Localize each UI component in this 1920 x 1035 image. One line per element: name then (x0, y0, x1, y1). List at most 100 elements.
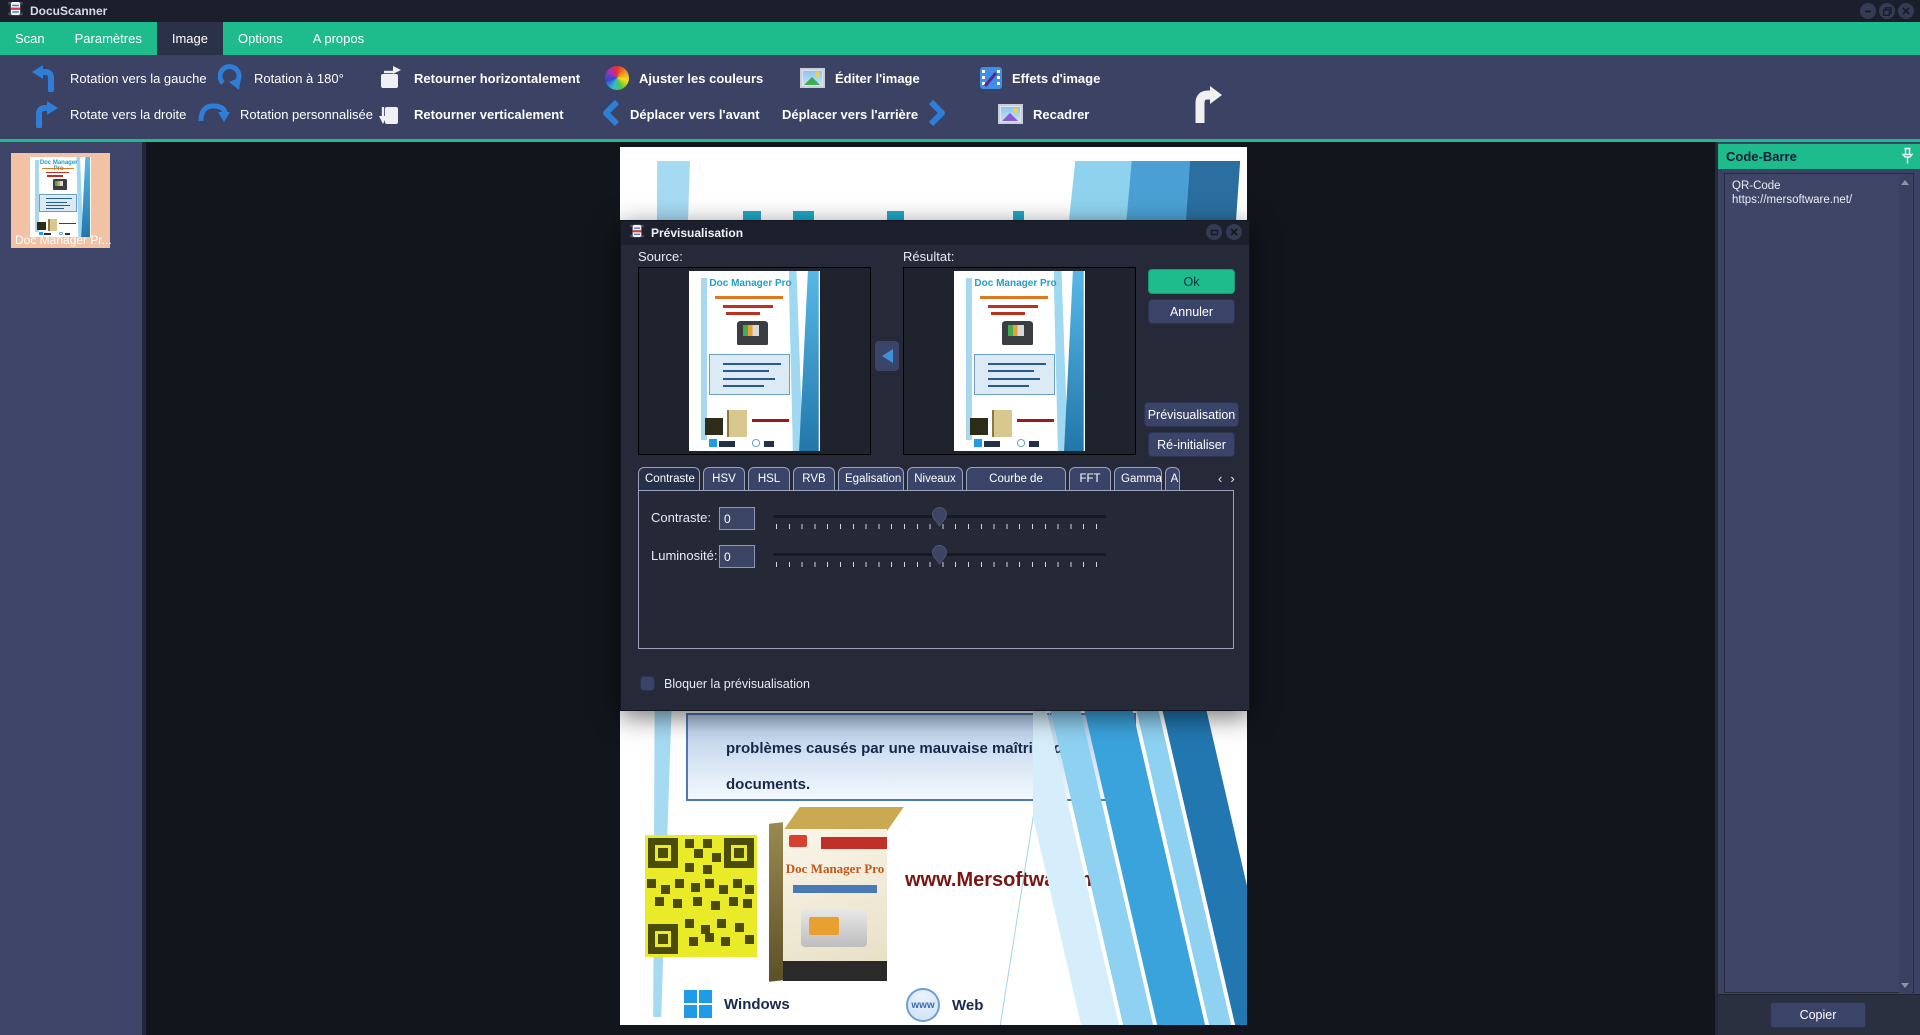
barcode-header-label: Code-Barre (1726, 149, 1797, 164)
product-box-title: Doc Manager Pro (783, 861, 887, 877)
barcode-panel: Code-Barre QR-Code https://mersoftware.n… (1715, 142, 1920, 1035)
image-toolbar: Rotation vers la gauche Rotation à 180° … (0, 55, 1920, 142)
web-label: Web (952, 997, 983, 1014)
tab-contraste[interactable]: Contraste (638, 467, 700, 491)
title-letter-top (887, 211, 904, 220)
tab-gamma[interactable]: Gamma (1114, 467, 1162, 491)
chevron-left-icon (602, 100, 620, 129)
color-wheel-icon (605, 66, 629, 90)
restore-button[interactable] (1879, 3, 1895, 19)
brightness-label: Luminosité: (651, 548, 717, 563)
rotate-left-label: Rotation vers la gauche (70, 71, 207, 86)
contrast-slider[interactable] (773, 506, 1106, 532)
minimize-button[interactable] (1860, 3, 1876, 19)
image-effects-button[interactable]: Effets d'image (980, 61, 1100, 95)
move-back-button[interactable]: Déplacer vers l'arrière (782, 97, 946, 131)
tab-egalisation[interactable]: Egalisation (838, 467, 904, 491)
page-thumbnail[interactable]: Doc Manager Pro Doc Manager Pr... (11, 153, 110, 248)
move-front-button[interactable]: Déplacer vers l'avant (602, 97, 760, 131)
rotate-left-button[interactable]: Rotation vers la gauche (30, 61, 207, 95)
window-titlebar[interactable]: DocuScanner (0, 0, 1920, 22)
image-effects-icon (980, 67, 1002, 89)
reset-button[interactable]: Ré-initialiser (1148, 432, 1235, 457)
tab-hsv[interactable]: HSV (703, 467, 745, 491)
redo-arrow-button[interactable] (1188, 89, 1224, 123)
slider-ticks (776, 562, 1106, 567)
tab-cut-off[interactable]: A (1165, 467, 1180, 491)
chevron-right-icon (928, 100, 946, 129)
barcode-result-list[interactable]: QR-Code https://mersoftware.net/ (1724, 173, 1914, 993)
contrast-input[interactable] (719, 507, 755, 530)
rotate-custom-icon (198, 99, 230, 130)
move-back-label: Déplacer vers l'arrière (782, 107, 918, 122)
rotate-custom-label: Rotation personnalisée (240, 107, 373, 122)
brightness-slider[interactable] (773, 544, 1106, 570)
adjustment-tabs: Contraste HSV HSL RVB Egalisation Niveau… (638, 467, 1180, 491)
flip-vertical-button[interactable]: Retourner verticalement (378, 97, 564, 131)
rotate-left-icon (30, 62, 60, 95)
flip-horizontal-button[interactable]: Retourner horizontalement (378, 61, 580, 95)
tab-scroll-right-icon[interactable]: › (1230, 471, 1234, 486)
rotate-180-button[interactable]: Rotation à 180° (218, 61, 344, 95)
crop-label: Recadrer (1033, 107, 1089, 122)
app-scanner-icon (8, 1, 23, 21)
edit-image-button[interactable]: Éditer l'image (800, 61, 920, 95)
copy-button[interactable]: Copier (1770, 1002, 1866, 1028)
scroll-up-icon[interactable] (1901, 180, 1909, 185)
tab-niveaux[interactable]: Niveaux (907, 467, 963, 491)
title-letter-top (743, 211, 761, 220)
rotate-right-icon (30, 98, 60, 131)
swap-preview-button[interactable] (875, 341, 899, 371)
tab-fft[interactable]: FFT (1069, 467, 1111, 491)
contrast-label: Contraste: (651, 510, 711, 525)
rotate-custom-button[interactable]: Rotation personnalisée (198, 97, 373, 131)
adjust-colors-label: Ajuster les couleurs (639, 71, 763, 86)
result-preview-box: Doc Manager Pro (903, 267, 1136, 455)
image-effects-label: Effets d'image (1012, 71, 1100, 86)
slider-ticks (776, 524, 1106, 529)
menu-item-parametres[interactable]: Paramètres (60, 22, 157, 55)
menu-item-options[interactable]: Options (223, 22, 298, 55)
turn-right-arrow-icon (1188, 85, 1224, 128)
windows-logo-icon (684, 990, 712, 1018)
web-globe-icon: www (906, 988, 940, 1022)
product-box-image: Doc Manager Pro (765, 807, 893, 987)
barcode-panel-footer: Copier (1718, 994, 1920, 1035)
list-scrollbar[interactable] (1899, 175, 1912, 993)
ok-button[interactable]: Ok (1148, 269, 1235, 294)
tab-hsl[interactable]: HSL (748, 467, 790, 491)
lock-preview-label: Bloquer la prévisualisation (664, 677, 810, 691)
thumbnail-label: Doc Manager Pr... (15, 233, 112, 247)
cancel-button[interactable]: Annuler (1148, 299, 1235, 324)
dialog-title: Prévisualisation (651, 226, 743, 240)
brightness-input[interactable] (719, 545, 755, 568)
source-label: Source: (638, 249, 683, 264)
contrast-panel: Contraste: Luminosité: (638, 490, 1234, 649)
barcode-panel-header: Code-Barre (1718, 144, 1920, 169)
dialog-scanner-icon (630, 224, 644, 243)
tab-rvb[interactable]: RVB (793, 467, 835, 491)
pages-sidebar: Doc Manager Pro Doc Manager Pr... (0, 142, 146, 1035)
menu-item-scan[interactable]: Scan (0, 22, 60, 55)
dialog-close-button[interactable] (1226, 224, 1242, 240)
crop-button[interactable]: Recadrer (998, 97, 1089, 131)
tab-scroll-left-icon[interactable]: ‹ (1218, 471, 1222, 486)
flip-horizontal-icon (378, 65, 404, 91)
close-button[interactable] (1898, 3, 1914, 19)
lock-preview-checkbox[interactable] (640, 676, 655, 691)
dialog-minimize-button[interactable] (1206, 224, 1222, 240)
adjust-colors-button[interactable]: Ajuster les couleurs (605, 61, 763, 95)
rotate-right-label: Rotate vers la droite (70, 107, 186, 122)
menu-item-apropos[interactable]: A propos (298, 22, 379, 55)
menu-item-image[interactable]: Image (157, 22, 223, 55)
rotate-180-label: Rotation à 180° (254, 71, 344, 86)
dialog-titlebar[interactable]: Prévisualisation (621, 221, 1249, 245)
flyer-top-right-shape (1069, 161, 1136, 223)
preview-button[interactable]: Prévisualisation (1144, 402, 1239, 427)
tab-courbe-de-couleur[interactable]: Courbe de couleur (966, 467, 1066, 491)
flyer-top-right-shape (1126, 161, 1193, 223)
rotate-right-button[interactable]: Rotate vers la droite (30, 97, 186, 131)
pin-icon[interactable] (1901, 147, 1914, 173)
thumbnail-flyer-preview: Doc Manager Pro (30, 157, 91, 237)
scroll-down-icon[interactable] (1901, 983, 1909, 988)
